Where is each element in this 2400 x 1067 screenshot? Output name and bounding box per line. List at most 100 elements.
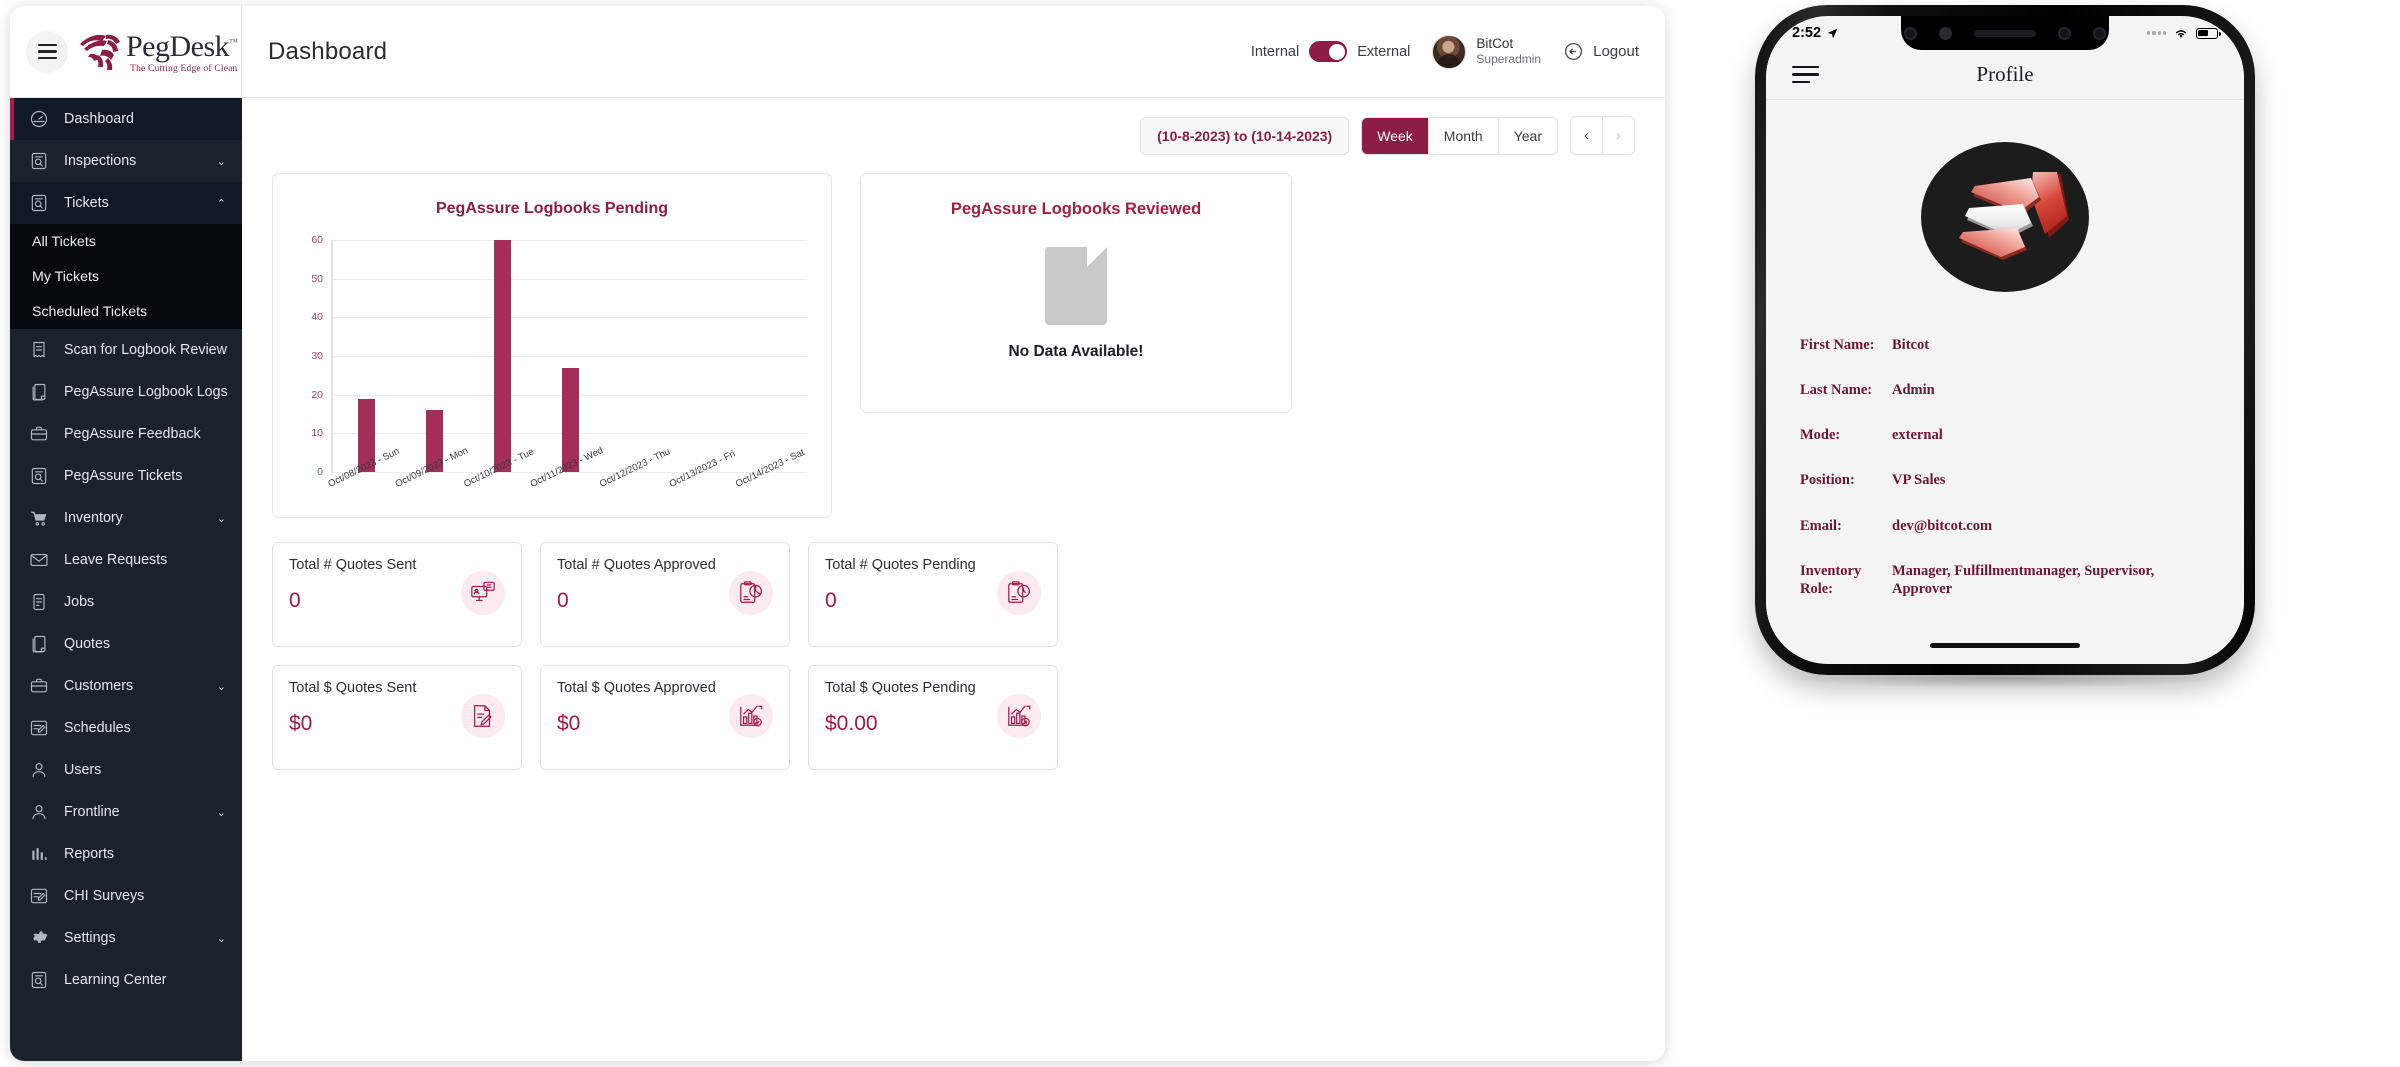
sidebar-item-pegassure-logbook-logs[interactable]: PegAssure Logbook Logs	[10, 371, 242, 413]
sidebar-item-learning-center[interactable]: Learning Center	[10, 959, 242, 1001]
period-option-week[interactable]: Week	[1362, 118, 1429, 154]
cart-icon	[28, 507, 50, 529]
phone-screen-title: Profile	[1766, 62, 2244, 87]
sidebar-item-quotes[interactable]: Quotes	[10, 623, 242, 665]
stat-cards-grid: Total # Quotes Sent0Total # Quotes Appro…	[272, 542, 1635, 770]
phone-frame: 2:52 Profile	[1755, 5, 2255, 675]
dashboard-filter-bar: (10-8-2023) to (10-14-2023) WeekMonthYea…	[242, 98, 1665, 155]
sidebar-item-settings[interactable]: Settings⌄	[10, 917, 242, 959]
mobile-phone-mockup: 2:52 Profile	[1755, 5, 2255, 695]
sidebar-item-label: Customers	[64, 678, 203, 694]
document-search-icon	[28, 150, 50, 172]
logout-label: Logout	[1593, 43, 1639, 60]
stat-card[interactable]: Total # Quotes Approved0	[540, 542, 790, 647]
next-period-button[interactable]: ›	[1603, 117, 1634, 154]
battery-icon	[2196, 28, 2218, 39]
chart-bar[interactable]	[494, 240, 511, 472]
sidebar-item-scan-for-logbook-review[interactable]: Scan for Logbook Review	[10, 329, 242, 371]
sidebar-item-label: Quotes	[64, 636, 226, 652]
chart-bar-cell[interactable]	[672, 240, 740, 472]
period-option-month[interactable]: Month	[1429, 118, 1499, 154]
toggle-label-external: External	[1357, 44, 1410, 60]
sidebar-item-pegassure-tickets[interactable]: PegAssure Tickets	[10, 455, 242, 497]
sidebar-item-inspections[interactable]: Inspections⌄	[10, 140, 242, 182]
date-range-picker[interactable]: (10-8-2023) to (10-14-2023)	[1140, 117, 1349, 155]
sidebar-item-label: PegAssure Logbook Logs	[64, 384, 228, 400]
stat-card[interactable]: Total $ Quotes Approved$0	[540, 665, 790, 770]
user-name: BitCot	[1476, 36, 1541, 53]
nodata-panel-title: PegAssure Logbooks Reviewed	[951, 200, 1201, 219]
user-icon	[28, 801, 50, 823]
stat-card[interactable]: Total # Quotes Pending0	[808, 542, 1058, 647]
sidebar-item-jobs[interactable]: Jobs	[10, 581, 242, 623]
home-indicator	[1930, 643, 2080, 648]
pegdesk-logo[interactable]: PegDesk™ The Cutting Edge of Clean	[78, 30, 237, 74]
chart-y-tick-label: 50	[287, 273, 323, 285]
sidebar-item-chi-surveys[interactable]: CHI Surveys	[10, 875, 242, 917]
period-option-year[interactable]: Year	[1499, 118, 1557, 154]
chart-bar-cell[interactable]	[604, 240, 672, 472]
sidebar-item-dashboard[interactable]: Dashboard	[10, 98, 242, 140]
logo-text: PegDesk	[126, 30, 229, 63]
chart-bar-cell[interactable]	[536, 240, 604, 472]
chevron-down-icon[interactable]: ⌄	[217, 932, 226, 945]
profile-field-row: Email:dev@bitcot.com	[1800, 517, 2210, 535]
logout-button[interactable]: Logout	[1563, 41, 1639, 62]
chart-x-tick: Oct/08/2023 - Sun	[333, 476, 401, 536]
chevron-down-icon[interactable]: ⌄	[217, 512, 226, 525]
document-search-icon	[28, 465, 50, 487]
page-title: Dashboard	[242, 38, 1251, 66]
internal-external-toggle[interactable]: Internal External	[1251, 41, 1411, 62]
chart-bars	[333, 240, 807, 472]
submenu-item-scheduled-tickets[interactable]: Scheduled Tickets	[10, 294, 242, 329]
sidebar-item-users[interactable]: Users	[10, 749, 242, 791]
chevron-up-icon[interactable]: ⌃	[217, 197, 226, 210]
sidebar-navigation[interactable]: DashboardInspections⌄Tickets⌃All Tickets…	[10, 98, 242, 1061]
chevron-down-icon[interactable]: ⌄	[217, 680, 226, 693]
profile-field-label: Last Name:	[1800, 381, 1892, 399]
user-menu[interactable]: BitCot Superadmin	[1432, 35, 1541, 69]
brand-zone: PegDesk™ The Cutting Edge of Clean	[10, 6, 242, 98]
submenu-item-all-tickets[interactable]: All Tickets	[10, 224, 242, 259]
sidebar-item-reports[interactable]: Reports	[10, 833, 242, 875]
chart-x-tick: Oct/09/2023 - Mon	[401, 476, 469, 536]
logo-wordmark: PegDesk™	[126, 32, 237, 62]
briefcase-icon	[28, 423, 50, 445]
sidebar-item-tickets[interactable]: Tickets⌃	[10, 182, 242, 224]
sidebar-item-frontline[interactable]: Frontline⌄	[10, 791, 242, 833]
chart-bar-cell[interactable]	[401, 240, 469, 472]
hamburger-icon[interactable]	[1792, 66, 1819, 83]
prev-period-button[interactable]: ‹	[1571, 117, 1603, 154]
sidebar-item-schedules[interactable]: Schedules	[10, 707, 242, 749]
chart-bar-cell[interactable]	[739, 240, 807, 472]
sidebar-item-pegassure-feedback[interactable]: PegAssure Feedback	[10, 413, 242, 455]
chevron-down-icon[interactable]: ⌄	[217, 806, 226, 819]
user-icon	[28, 759, 50, 781]
sidebar-item-label: Leave Requests	[64, 552, 226, 568]
chart-bar-cell[interactable]	[333, 240, 401, 472]
sidebar-item-leave-requests[interactable]: Leave Requests	[10, 539, 242, 581]
top-header-bar: PegDesk™ The Cutting Edge of Clean Dashb…	[10, 6, 1665, 98]
status-time: 2:52	[1792, 25, 1821, 41]
profile-field-row: Mode:external	[1800, 426, 2210, 444]
stat-card[interactable]: Total # Quotes Sent0	[272, 542, 522, 647]
stat-card-label: Total # Quotes Sent	[289, 557, 505, 573]
stat-card[interactable]: Total $ Quotes Pending$0.00	[808, 665, 1058, 770]
logo-trademark: ™	[229, 37, 237, 47]
sidebar-toggle-hamburger-icon[interactable]	[26, 31, 68, 73]
stat-card[interactable]: Total $ Quotes Sent$0	[272, 665, 522, 770]
period-selector[interactable]: WeekMonthYear	[1361, 117, 1558, 155]
chevron-down-icon[interactable]: ⌄	[217, 155, 226, 168]
chart-plot-area: 0102030405060 Oct/08/2023 - SunOct/09/20…	[287, 240, 817, 472]
sidebar-item-label: Jobs	[64, 594, 226, 610]
submenu-item-my-tickets[interactable]: My Tickets	[10, 259, 242, 294]
profile-field-label: Mode:	[1800, 426, 1892, 444]
sidebar-item-inventory[interactable]: Inventory⌄	[10, 497, 242, 539]
chart-bar-cell[interactable]	[468, 240, 536, 472]
sidebar-item-label: Scan for Logbook Review	[64, 342, 227, 358]
sidebar-item-customers[interactable]: Customers ⌄	[10, 665, 242, 707]
period-nav-arrows[interactable]: ‹ ›	[1570, 116, 1635, 155]
mode-switch[interactable]	[1309, 41, 1347, 62]
empty-document-icon	[1045, 247, 1107, 325]
tickets-submenu: All TicketsMy TicketsScheduled Tickets	[10, 224, 242, 329]
